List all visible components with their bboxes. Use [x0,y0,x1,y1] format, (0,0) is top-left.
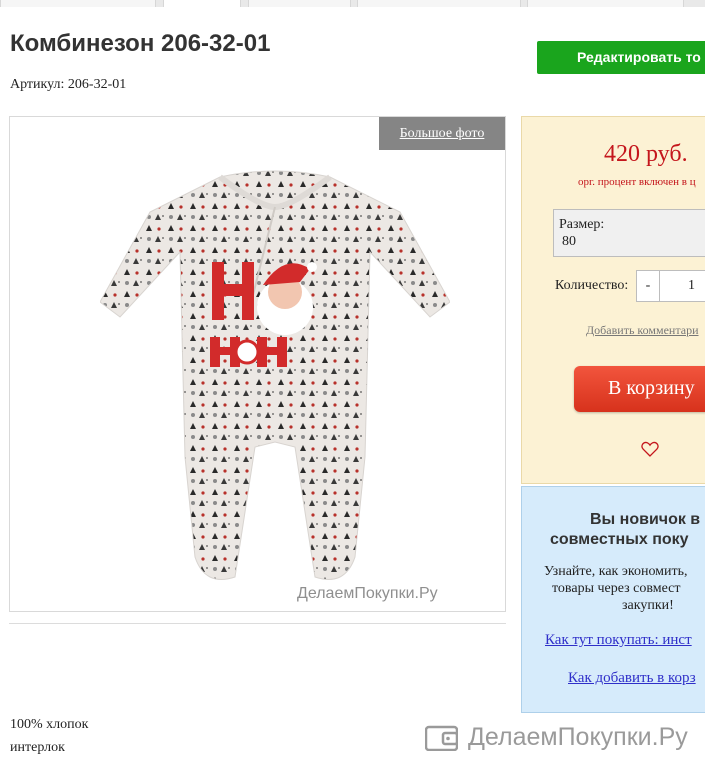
page-title: Комбинезон 206-32-01 [10,30,271,57]
description-line: интерлок [10,740,65,755]
info-title-line: Вы новичок в [590,511,701,528]
info-text-line: товары через совмест [552,581,681,596]
tab-5[interactable] [527,0,684,7]
add-comment-link[interactable]: Добавить комментари [586,323,699,338]
tab-3[interactable] [248,0,351,7]
divider [9,623,506,624]
tab-4[interactable] [357,0,521,7]
product-image [100,170,450,580]
tab-2[interactable] [163,0,241,7]
price-note: орг. процент включен в ц [578,176,696,188]
wallet-icon [425,725,458,751]
big-photo-link[interactable]: Большое фото [379,117,505,150]
buy-panel: 420 руб. орг. процент включен в ц Размер… [521,116,705,484]
quantity-input[interactable]: 1 [659,270,705,302]
description-line: 100% хлопок [10,717,89,732]
info-text-line: закупки! [622,598,674,613]
size-label: Размер: [559,217,605,232]
site-logo: ДелаемПокупки.Ру [425,722,688,752]
photo-watermark: ДелаемПокупки.Ру [297,585,438,602]
tab-1[interactable] [0,0,156,7]
newcomer-info-panel: Вы новичок в совместных поку Узнайте, ка… [521,486,705,713]
heart-outline-icon[interactable] [641,441,659,457]
how-to-add-to-cart-link[interactable]: Как добавить в корз [568,670,696,687]
size-select[interactable]: Размер: 80 [553,209,705,257]
quantity-label: Количество: [555,278,629,293]
product-sku: Артикул: 206-32-01 [10,77,127,92]
size-value: 80 [562,234,576,249]
info-title-line: совместных поку [550,531,689,548]
quantity-decrease-button[interactable]: - [636,270,660,302]
info-text-line: Узнайте, как экономить, [544,564,688,579]
product-photo[interactable]: Большое фото ДелаемПокупки.Ру [9,116,506,612]
product-price: 420 руб. [604,141,688,167]
logo-text: ДелаемПокупки.Ру [468,722,688,751]
how-to-buy-link[interactable]: Как тут покупать: инст [545,632,692,649]
add-to-cart-button[interactable]: В корзину [574,366,705,412]
edit-button[interactable]: Редактировать то [537,41,705,74]
top-tabs-bar [0,0,705,7]
